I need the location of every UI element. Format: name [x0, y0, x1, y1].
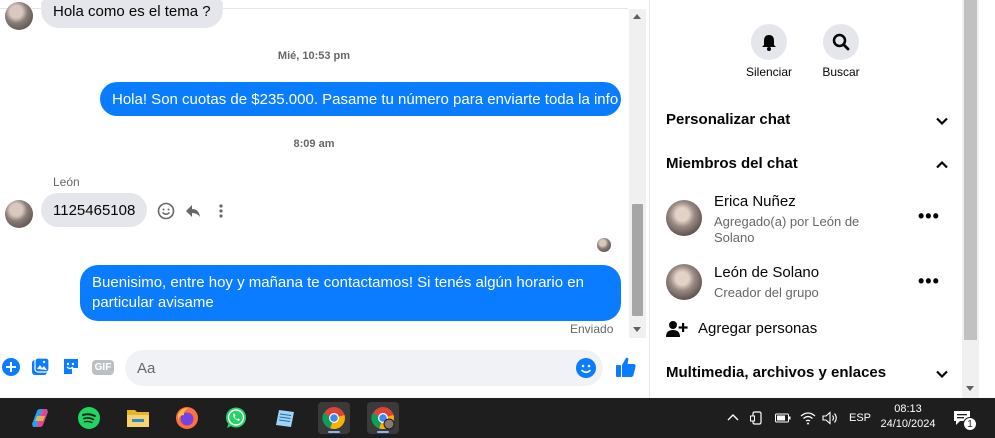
chat-info-panel: Silenciar Buscar Personalizar chat Miemb…	[649, 0, 962, 398]
copilot-icon[interactable]	[24, 402, 56, 434]
mute-label: Silenciar	[745, 65, 793, 79]
media-files-links-section[interactable]: Multimedia, archivos y enlaces	[666, 364, 951, 388]
message-input[interactable]: Aa	[125, 350, 603, 386]
message-bubble-incoming[interactable]: 1125465108	[41, 193, 148, 227]
notification-center-icon[interactable]: 1	[953, 398, 977, 438]
notepad-icon[interactable]	[269, 402, 301, 434]
scrollbar-thumb[interactable]	[964, 0, 977, 340]
member-avatar[interactable]	[666, 200, 702, 236]
chevron-up-icon	[936, 160, 948, 169]
like-icon[interactable]	[614, 355, 638, 379]
member-subtitle: Agregado(a) por León de Solano	[714, 214, 860, 245]
emoji-icon[interactable]	[575, 357, 597, 384]
notification-badge: 1	[963, 417, 977, 431]
whatsapp-icon[interactable]	[220, 402, 252, 434]
message-text: Hola! Son cuotas de $235.000. Pasame tu …	[112, 90, 619, 108]
input-language[interactable]: ESP	[849, 398, 871, 438]
search-label: Buscar	[822, 65, 860, 79]
chevron-down-icon	[936, 370, 948, 379]
message-bubble-outgoing[interactable]: Buenisimo, entre hoy y mañana te contact…	[80, 265, 621, 321]
search-button[interactable]	[823, 24, 859, 60]
message-text: Buenisimo, entre hoy y mañana te contact…	[92, 274, 584, 311]
message-text: 1125465108	[53, 201, 136, 219]
sticker-icon[interactable]	[60, 356, 82, 378]
battery-icon[interactable]	[775, 398, 791, 438]
message-placeholder: Aa	[137, 360, 156, 377]
image-icon[interactable]	[29, 356, 51, 378]
member-options-icon[interactable]: •••	[918, 206, 940, 227]
avatar[interactable]	[5, 2, 33, 30]
scroll-up-arrow-icon[interactable]	[633, 14, 641, 19]
section-title: Miembros del chat	[666, 155, 798, 172]
clock-date: 24/10/2024	[880, 418, 936, 430]
gif-icon[interactable]: GIF	[91, 356, 115, 378]
section-title: Personalizar chat	[666, 111, 791, 128]
add-person-icon	[666, 321, 688, 337]
section-title: Multimedia, archivos y enlaces	[666, 364, 887, 381]
running-indicator	[377, 431, 389, 433]
delivery-status: Enviado	[570, 322, 614, 336]
add-people-button[interactable]: Agregar personas	[666, 318, 951, 342]
message-bubble-incoming[interactable]: Hola como es el tema ?	[41, 0, 223, 28]
chat-members-section[interactable]: Miembros del chat	[666, 155, 951, 179]
timestamp: 8:09 am	[293, 138, 335, 150]
system-clock[interactable]: 08:13 24/10/2024	[872, 402, 944, 432]
panel-scrollbar[interactable]	[962, 0, 979, 398]
plus-icon[interactable]	[0, 356, 22, 378]
member-subtitle: Creador del grupo	[714, 285, 819, 300]
chat-scrollbar[interactable]	[629, 9, 646, 338]
member-avatar[interactable]	[666, 264, 702, 300]
windows-taskbar: ESP 08:13 24/10/2024 1	[0, 398, 995, 438]
message-text: Hola como es el tema ?	[53, 2, 211, 20]
add-people-label: Agregar personas	[698, 320, 818, 337]
screen: Hola como es el tema ? Mié, 10:53 pm Hol…	[0, 0, 995, 438]
mute-button[interactable]	[751, 24, 787, 60]
running-indicator	[328, 431, 340, 433]
sender-name: León	[53, 175, 80, 189]
seen-avatar	[597, 238, 611, 252]
volume-icon[interactable]	[822, 398, 838, 438]
chrome-icon[interactable]	[318, 402, 350, 434]
bell-icon	[762, 35, 776, 51]
chat-pane: Hola como es el tema ? Mié, 10:53 pm Hol…	[0, 0, 648, 398]
message-bubble-outgoing[interactable]: Hola! Son cuotas de $235.000. Pasame tu …	[100, 82, 621, 116]
avatar[interactable]	[5, 200, 33, 228]
firefox-icon[interactable]	[171, 402, 203, 434]
wifi-icon[interactable]	[800, 398, 816, 438]
more-options-icon[interactable]	[209, 199, 233, 223]
message-composer: GIF Aa	[0, 346, 648, 390]
gif-label: GIF	[91, 359, 115, 375]
tray-overflow-icon[interactable]	[727, 398, 739, 438]
phone-link-icon[interactable]	[750, 398, 764, 438]
scroll-down-arrow-icon[interactable]	[966, 386, 974, 391]
file-explorer-icon[interactable]	[122, 402, 154, 434]
clock-time: 08:13	[894, 403, 922, 415]
spotify-icon[interactable]	[73, 402, 105, 434]
member-name[interactable]: León de Solano	[714, 264, 819, 281]
customize-chat-section[interactable]: Personalizar chat	[666, 111, 951, 135]
search-icon	[832, 33, 850, 51]
chevron-down-icon	[936, 117, 948, 126]
member-name[interactable]: Erica Nuñez	[714, 193, 796, 210]
chrome-profile-icon[interactable]	[367, 402, 399, 434]
scrollbar-thumb[interactable]	[632, 204, 643, 316]
reply-icon[interactable]	[181, 199, 205, 223]
member-options-icon[interactable]: •••	[918, 271, 940, 292]
react-icon[interactable]	[154, 199, 178, 223]
scroll-down-arrow-icon[interactable]	[633, 327, 641, 332]
timestamp: Mié, 10:53 pm	[277, 50, 351, 62]
